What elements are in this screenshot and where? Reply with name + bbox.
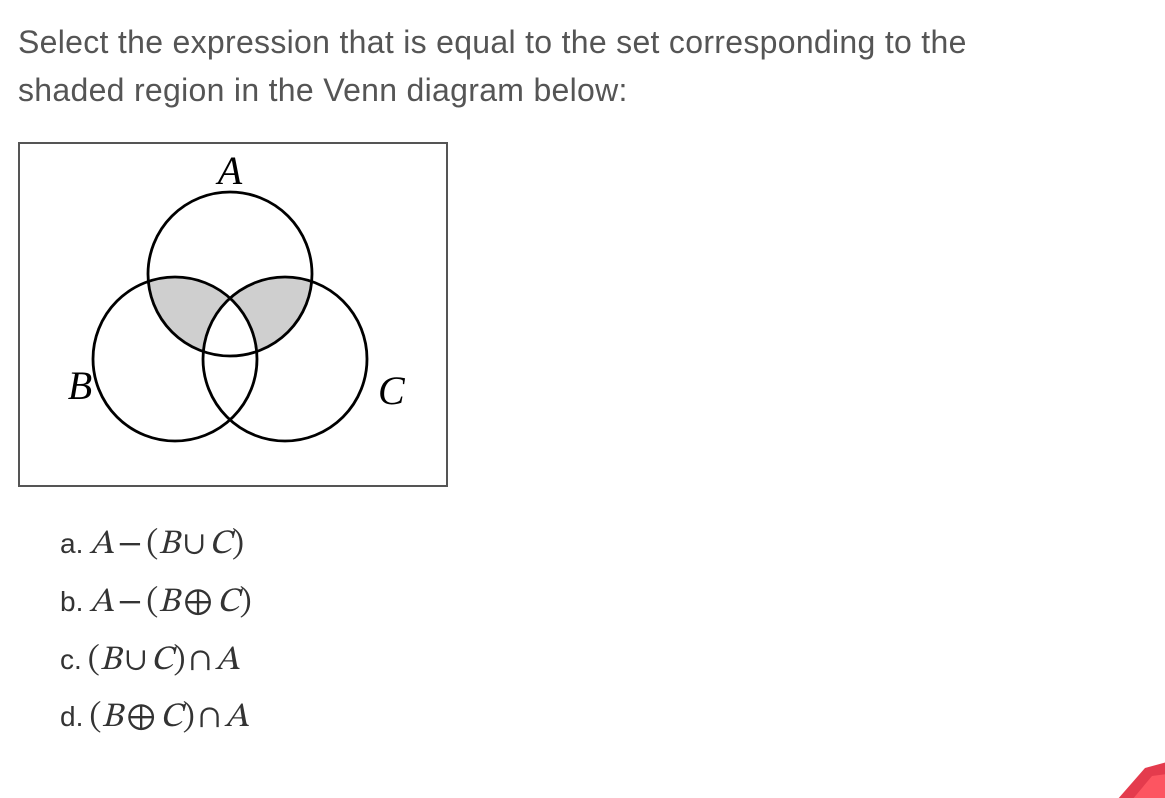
option-expression: A−(B∪C) xyxy=(89,517,244,575)
option-a[interactable]: a. A−(B∪C) xyxy=(60,517,1147,575)
option-expression: A−(B⊕C) xyxy=(89,575,251,633)
venn-label-a: A xyxy=(215,148,243,193)
venn-diagram: A B C xyxy=(18,142,448,487)
prompt-line-2: shaded region in the Venn diagram below: xyxy=(18,72,628,108)
annotation-mark-icon xyxy=(1077,740,1165,798)
venn-label-b: B xyxy=(68,363,92,408)
prompt-line-1: Select the expression that is equal to t… xyxy=(18,24,967,60)
option-expression: (B∪C)∩A xyxy=(88,633,240,691)
option-letter: b. xyxy=(60,578,83,626)
option-d[interactable]: d. (B⊕C)∩A xyxy=(60,690,1147,748)
question-prompt: Select the expression that is equal to t… xyxy=(18,18,1147,114)
option-letter: c. xyxy=(60,636,82,684)
question-page: Select the expression that is equal to t… xyxy=(0,0,1165,748)
option-b[interactable]: b. A−(B⊕C) xyxy=(60,575,1147,633)
option-c[interactable]: c. (B∪C)∩A xyxy=(60,633,1147,691)
option-expression: (B⊕C)∩A xyxy=(89,690,248,748)
answer-options: a. A−(B∪C) b. A−(B⊕C) c. (B∪C)∩A d. (B⊕C… xyxy=(18,517,1147,748)
venn-svg: A B C xyxy=(20,144,446,485)
option-letter: d. xyxy=(60,693,83,741)
venn-label-c: C xyxy=(378,368,406,413)
option-letter: a. xyxy=(60,520,83,568)
